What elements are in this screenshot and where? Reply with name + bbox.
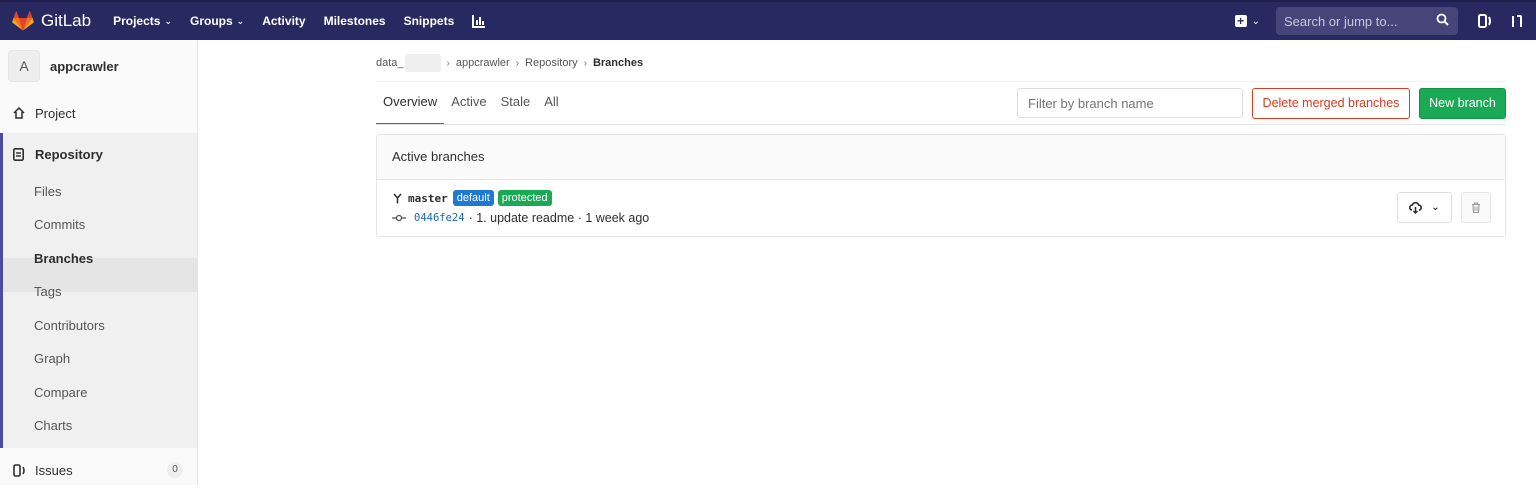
plus-square-icon: +: [1234, 15, 1247, 27]
chevron-down-icon: ⌄: [164, 15, 172, 26]
separator-dot: ·: [574, 211, 586, 225]
sidebar-item-project[interactable]: Project: [0, 93, 197, 133]
chevron-right-icon: ›: [446, 57, 450, 69]
sidebar-item-issues[interactable]: Issues 0: [0, 450, 197, 490]
tab-overview[interactable]: Overview: [376, 82, 445, 125]
sidebar-item-compare[interactable]: Compare: [34, 385, 87, 400]
nav-projects-label: Projects: [113, 14, 161, 28]
branch-icon: [393, 193, 402, 203]
commit-message-link[interactable]: 1. update readme: [476, 211, 574, 225]
search-icon: [1436, 13, 1449, 26]
commit-sha-link[interactable]: 0446fe24: [414, 212, 465, 224]
branch-name[interactable]: master: [408, 192, 448, 205]
sidebar-item-graph[interactable]: Graph: [34, 351, 70, 366]
divider: [376, 124, 1506, 125]
download-dropdown-button[interactable]: ⌄: [1397, 192, 1452, 223]
active-branches-panel: Active branches master default protected…: [376, 134, 1506, 237]
trash-icon: [1472, 202, 1480, 213]
sidebar: A appcrawler Project Repository Files Co…: [0, 40, 198, 485]
sidebar-item-repository[interactable]: Repository: [0, 134, 197, 174]
chevron-right-icon: ›: [583, 57, 587, 69]
protected-badge: protected: [497, 190, 552, 206]
issues-icon[interactable]: [1478, 14, 1492, 28]
nav-snippets[interactable]: Snippets: [404, 14, 455, 28]
chart-icon[interactable]: [472, 14, 486, 28]
issues-count-badge: 0: [167, 462, 183, 478]
sidebar-item-contributors[interactable]: Contributors: [34, 318, 105, 333]
redacted-group-name: [404, 54, 441, 72]
new-item-dropdown[interactable]: + ⌄: [1234, 15, 1260, 27]
nav-groups[interactable]: Groups ⌄: [190, 14, 244, 28]
new-branch-button[interactable]: New branch: [1419, 88, 1506, 119]
delete-branch-button[interactable]: [1461, 192, 1491, 223]
repository-section: Repository Files Commits Branches Tags C…: [0, 133, 197, 448]
chevron-down-icon: ⌄: [1251, 15, 1260, 27]
separator-dot: ·: [468, 211, 477, 225]
gitlab-logo[interactable]: GitLab: [12, 11, 91, 31]
project-name: appcrawler: [50, 58, 119, 74]
project-context-header[interactable]: A appcrawler: [0, 40, 197, 92]
breadcrumb: data_ › appcrawler › Repository › Branch…: [376, 54, 643, 72]
chevron-down-icon: ⌄: [1431, 202, 1440, 213]
sidebar-item-label: Project: [35, 105, 76, 121]
panel-title: Active branches: [377, 135, 1505, 180]
download-icon: [1409, 201, 1423, 214]
delete-merged-branches-button[interactable]: Delete merged branches: [1252, 88, 1410, 119]
breadcrumb-group[interactable]: data_: [376, 57, 404, 69]
nav-activity[interactable]: Activity: [262, 14, 305, 28]
commit-time: 1 week ago: [585, 211, 650, 225]
branch-tabs: Overview Active Stale All: [376, 82, 566, 125]
issues-icon: [13, 463, 27, 477]
branch-row: master default protected 0446fe24 · 1. u…: [377, 180, 1505, 237]
nav-groups-label: Groups: [190, 14, 233, 28]
home-icon: [13, 107, 27, 119]
gitlab-tanuki-icon: [12, 11, 34, 31]
chevron-down-icon: ⌄: [236, 15, 245, 26]
default-badge: default: [452, 190, 494, 206]
breadcrumb-section[interactable]: Repository: [525, 57, 578, 69]
sidebar-item-label: Repository: [35, 146, 103, 162]
project-avatar: A: [8, 50, 40, 82]
tab-active[interactable]: Active: [444, 82, 493, 125]
document-icon: [13, 147, 27, 161]
breadcrumb-project[interactable]: appcrawler: [456, 57, 510, 69]
tab-stale[interactable]: Stale: [494, 82, 538, 125]
filter-branch-input[interactable]: [1017, 88, 1243, 118]
sidebar-item-files[interactable]: Files: [34, 184, 61, 199]
merge-request-icon[interactable]: [1510, 14, 1524, 28]
tab-all[interactable]: All: [537, 82, 565, 125]
commit-icon: [392, 214, 406, 222]
search-placeholder: Search or jump to...: [1284, 13, 1398, 29]
sidebar-item-label: Issues: [35, 462, 73, 478]
nav-milestones[interactable]: Milestones: [324, 14, 386, 28]
sidebar-item-branches[interactable]: Branches: [34, 251, 93, 266]
breadcrumb-current[interactable]: Branches: [593, 57, 643, 69]
top-navbar: GitLab Projects ⌄ Groups ⌄ Activity Mile…: [0, 0, 1536, 40]
nav-projects[interactable]: Projects ⌄: [113, 14, 172, 28]
active-item-highlight: [3, 258, 197, 292]
search-input[interactable]: Search or jump to...: [1276, 7, 1458, 35]
sidebar-item-tags[interactable]: Tags: [34, 284, 61, 299]
sidebar-item-commits[interactable]: Commits: [34, 217, 85, 232]
chevron-right-icon: ›: [515, 57, 520, 69]
brand-name: GitLab: [41, 11, 92, 30]
sidebar-item-charts[interactable]: Charts: [34, 418, 72, 433]
